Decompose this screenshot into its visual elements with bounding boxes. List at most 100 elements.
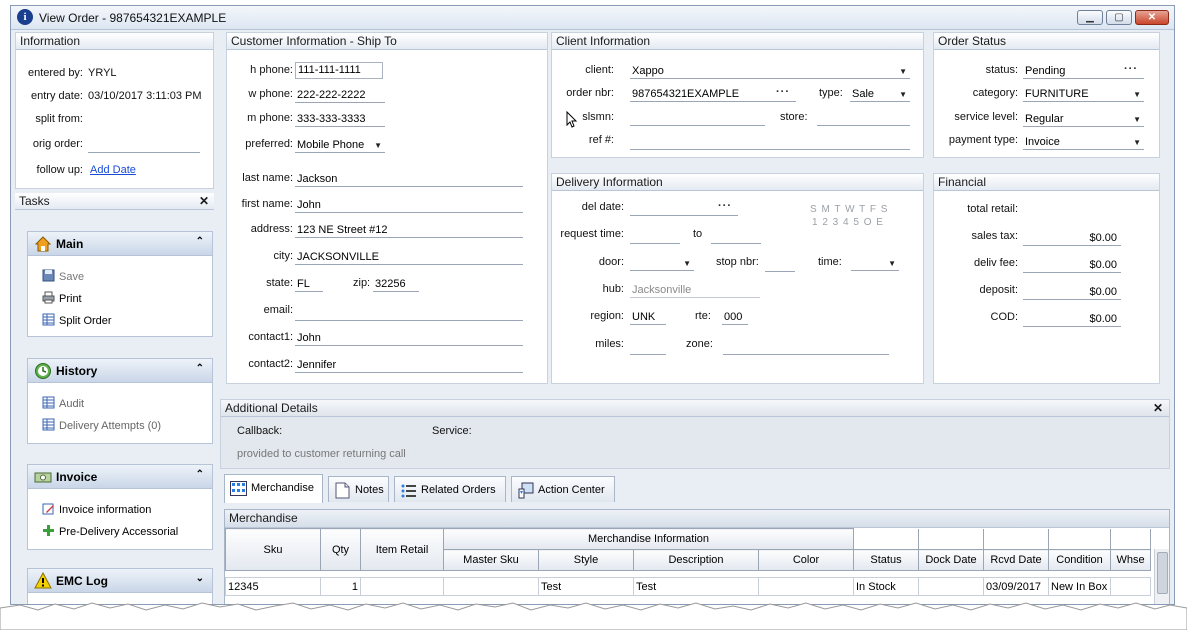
- dropdown-arrow-icon[interactable]: ▼: [899, 65, 907, 78]
- cell-status[interactable]: In Stock: [853, 577, 919, 596]
- task-group-main-header[interactable]: Main ⌃: [28, 232, 212, 256]
- cell-qty[interactable]: 1: [320, 577, 361, 596]
- cell-condition[interactable]: New In Box: [1048, 577, 1111, 596]
- address-field[interactable]: 123 NE Street #12: [295, 224, 523, 238]
- dropdown-arrow-icon[interactable]: ▼: [888, 257, 896, 270]
- dropdown-arrow-icon[interactable]: ▼: [1133, 113, 1141, 126]
- close-icon[interactable]: ✕: [199, 193, 209, 209]
- time-select[interactable]: ▼: [851, 257, 899, 271]
- orig-order-field[interactable]: [88, 139, 200, 153]
- miles-field[interactable]: [630, 341, 666, 355]
- status-field[interactable]: Pending ···: [1023, 65, 1144, 79]
- delivery-attempts-task[interactable]: Delivery Attempts (0): [42, 418, 161, 432]
- rte-field[interactable]: 000: [722, 311, 748, 325]
- cell-dock-date[interactable]: [918, 577, 984, 596]
- chevron-up-icon[interactable]: ⌃: [196, 363, 204, 374]
- close-icon[interactable]: ✕: [1153, 400, 1163, 416]
- contact1-field[interactable]: John: [295, 332, 523, 346]
- task-group-emc-log-header[interactable]: EMC Log ⌄: [28, 569, 212, 593]
- email-field[interactable]: [295, 307, 523, 321]
- column-header-description[interactable]: Description: [633, 549, 759, 571]
- tab-notes[interactable]: Notes: [328, 476, 389, 502]
- payment-type-select[interactable]: Invoice ▼: [1023, 136, 1144, 150]
- order-nbr-field[interactable]: 987654321EXAMPLE ···: [630, 88, 796, 102]
- column-header-color[interactable]: Color: [758, 549, 854, 571]
- cell-master-sku[interactable]: [443, 577, 539, 596]
- pre-delivery-accessorial-task[interactable]: Pre-Delivery Accessorial: [42, 524, 178, 538]
- request-time-from-field[interactable]: [630, 230, 680, 244]
- del-date-field[interactable]: ···: [630, 202, 738, 216]
- stop-nbr-field[interactable]: [765, 258, 795, 272]
- column-header-master-sku[interactable]: Master Sku: [443, 549, 539, 571]
- minimize-button[interactable]: ▁: [1077, 10, 1103, 25]
- column-header-item-retail[interactable]: Item Retail: [360, 528, 444, 571]
- dropdown-arrow-icon[interactable]: ▼: [683, 257, 691, 270]
- audit-task[interactable]: Audit: [42, 396, 84, 410]
- ellipsis-icon[interactable]: ···: [1124, 65, 1138, 76]
- cell-whse[interactable]: [1110, 577, 1151, 596]
- cod-field[interactable]: $0.00: [1023, 313, 1121, 327]
- column-header-condition[interactable]: Condition: [1048, 549, 1111, 571]
- deposit-field[interactable]: $0.00: [1023, 286, 1121, 300]
- slsmn-field[interactable]: [630, 112, 765, 126]
- dropdown-arrow-icon[interactable]: ▼: [1133, 136, 1141, 149]
- column-header-status[interactable]: Status: [853, 549, 919, 571]
- last-name-field[interactable]: Jackson: [295, 173, 523, 187]
- chevron-down-icon[interactable]: ⌄: [196, 573, 204, 584]
- cell-color[interactable]: [758, 577, 854, 596]
- close-button[interactable]: ✕: [1135, 10, 1169, 25]
- ellipsis-icon[interactable]: ···: [718, 202, 732, 213]
- category-select[interactable]: FURNITURE ▼: [1023, 88, 1144, 102]
- add-date-link[interactable]: Add Date: [90, 164, 136, 176]
- save-task[interactable]: Save: [42, 269, 84, 283]
- tab-merchandise[interactable]: Merchandise: [224, 474, 323, 503]
- first-name-field[interactable]: John: [295, 199, 523, 213]
- dropdown-arrow-icon[interactable]: ▼: [899, 88, 907, 101]
- table-row[interactable]: 12345 1 Test Test In Stock 03/09/2017 Ne…: [225, 577, 1151, 596]
- column-header-rcvd-date[interactable]: Rcvd Date: [983, 549, 1049, 571]
- scrollbar-thumb[interactable]: [1157, 552, 1168, 594]
- cell-item-retail[interactable]: [360, 577, 444, 596]
- deliv-fee-field[interactable]: $0.00: [1023, 259, 1121, 273]
- cell-sku[interactable]: 12345: [225, 577, 321, 596]
- state-field[interactable]: FL: [295, 278, 323, 292]
- cell-rcvd-date[interactable]: 03/09/2017: [983, 577, 1049, 596]
- region-field[interactable]: UNK: [630, 311, 666, 325]
- contact2-field[interactable]: Jennifer: [295, 359, 523, 373]
- column-header-whse[interactable]: Whse: [1110, 549, 1151, 571]
- request-time-to-field[interactable]: [711, 230, 761, 244]
- chevron-up-icon[interactable]: ⌃: [196, 469, 204, 480]
- door-select[interactable]: ▼: [630, 257, 694, 271]
- ellipsis-icon[interactable]: ···: [776, 88, 790, 99]
- task-group-history-header[interactable]: History ⌃: [28, 359, 212, 383]
- column-header-qty[interactable]: Qty: [320, 528, 361, 571]
- column-header-sku[interactable]: Sku: [225, 528, 321, 571]
- zone-field[interactable]: [723, 341, 889, 355]
- split-order-task[interactable]: Split Order: [42, 313, 112, 327]
- maximize-button[interactable]: ▢: [1106, 10, 1132, 25]
- print-task[interactable]: Print: [42, 291, 82, 305]
- column-header-style[interactable]: Style: [538, 549, 634, 571]
- zip-field[interactable]: 32256: [373, 278, 419, 292]
- invoice-information-task[interactable]: Invoice information: [42, 502, 151, 516]
- ref-field[interactable]: [630, 136, 910, 150]
- column-header-dock-date[interactable]: Dock Date: [918, 549, 984, 571]
- cell-style[interactable]: Test: [538, 577, 634, 596]
- hub-field[interactable]: Jacksonville: [630, 284, 760, 298]
- cell-description[interactable]: Test: [633, 577, 759, 596]
- city-field[interactable]: JACKSONVILLE: [295, 251, 523, 265]
- m-phone-field[interactable]: 333-333-3333: [295, 113, 385, 127]
- client-select[interactable]: Xappo ▼: [630, 65, 910, 79]
- type-select[interactable]: Sale ▼: [850, 88, 910, 102]
- sales-tax-field[interactable]: $0.00: [1023, 232, 1121, 246]
- task-group-invoice-header[interactable]: Invoice ⌃: [28, 465, 212, 489]
- service-level-select[interactable]: Regular ▼: [1023, 113, 1144, 127]
- tab-action-center[interactable]: Action Center: [511, 476, 615, 502]
- tab-related-orders[interactable]: Related Orders: [394, 476, 506, 502]
- chevron-up-icon[interactable]: ⌃: [196, 236, 204, 247]
- w-phone-field[interactable]: 222-222-2222: [295, 89, 385, 103]
- dropdown-arrow-icon[interactable]: ▼: [374, 139, 382, 152]
- store-field[interactable]: [817, 112, 910, 126]
- h-phone-field[interactable]: 111-111-1111: [295, 62, 383, 79]
- dropdown-arrow-icon[interactable]: ▼: [1133, 88, 1141, 101]
